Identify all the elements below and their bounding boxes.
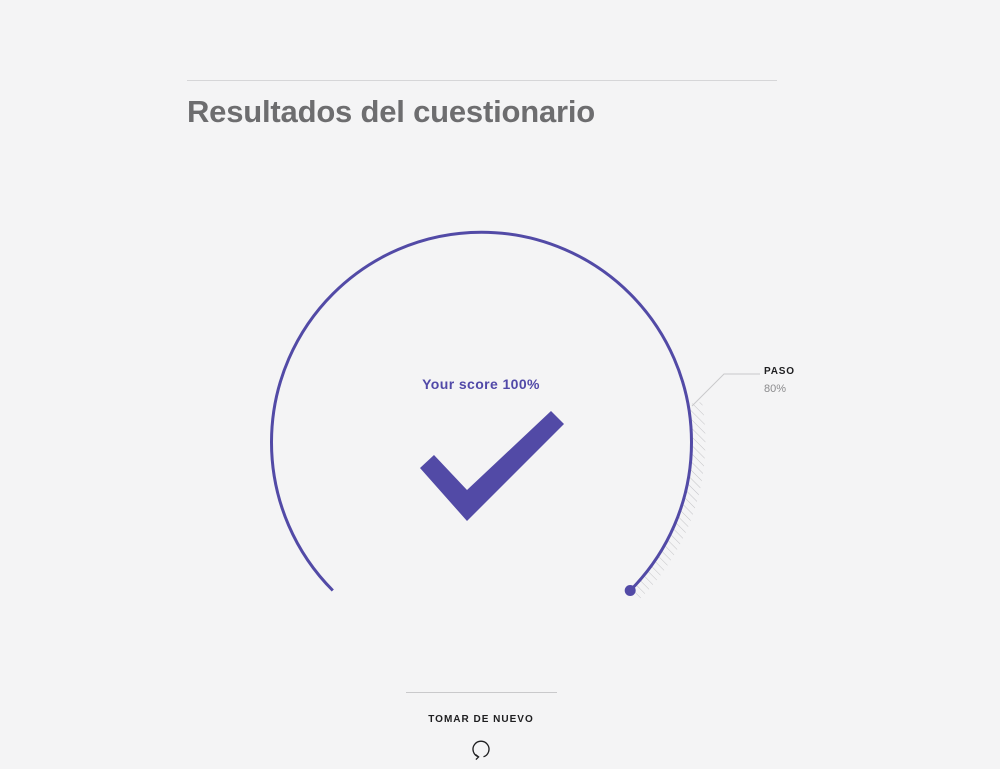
refresh-icon	[472, 740, 490, 761]
pass-marker-label: PASO	[764, 366, 795, 377]
checkmark-icon	[420, 411, 564, 521]
score-arc	[270, 230, 693, 592]
pass-marker-value: 80%	[764, 383, 787, 395]
retake-label: TOMAR DE NUEVO	[428, 714, 534, 725]
actions-divider	[406, 692, 557, 693]
retake-button[interactable]: TOMAR DE NUEVO	[401, 705, 561, 769]
pass-zone-hatch	[630, 401, 706, 600]
quiz-results-page: Resultados del cuestionario Your score 1…	[0, 0, 1000, 769]
score-text: Your score 100%	[422, 376, 540, 392]
score-arc-end-dot	[624, 585, 636, 596]
pass-marker-leader	[691, 373, 760, 407]
